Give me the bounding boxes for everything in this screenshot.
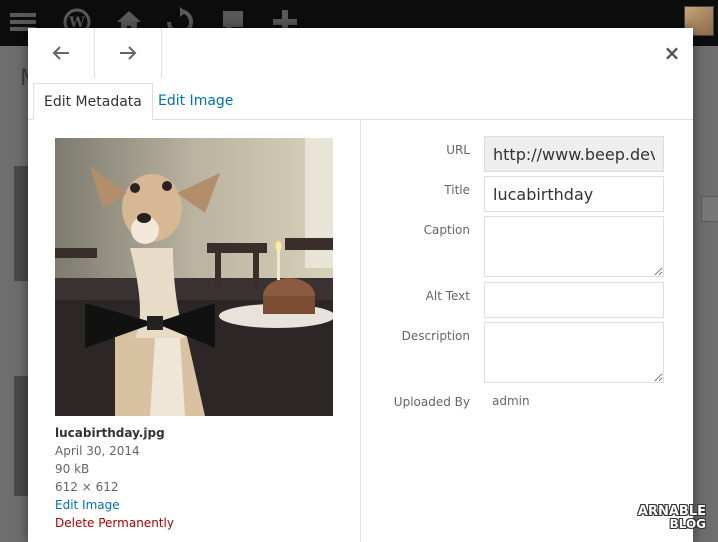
attachment-info: lucabirthday.jpg April 30, 2014 90 kB 61… <box>55 424 174 532</box>
close-icon: × <box>663 41 681 65</box>
description-label: Description <box>401 329 470 343</box>
alt-text-field[interactable] <box>484 282 664 318</box>
attachment-preview-image <box>55 138 333 416</box>
watermark-line2: BLOG <box>669 517 706 531</box>
previous-button[interactable] <box>28 28 95 78</box>
tab-edit-image[interactable]: Edit Image <box>148 83 243 119</box>
upload-date: April 30, 2014 <box>55 444 140 458</box>
next-button[interactable] <box>95 28 162 78</box>
arrow-left-icon <box>52 46 69 60</box>
close-button[interactable]: × <box>659 40 685 66</box>
bg-thumbnail <box>14 166 28 281</box>
uploaded-by-value: admin <box>492 394 530 408</box>
tab-bar: Edit Metadata Edit Image <box>28 83 693 120</box>
tab-edit-metadata[interactable]: Edit Metadata <box>33 83 153 120</box>
bg-thumbnail <box>14 376 28 496</box>
title-field[interactable] <box>484 176 664 212</box>
file-size: 90 kB <box>55 462 90 476</box>
filename: lucabirthday.jpg <box>55 426 165 440</box>
uploaded-by-label: Uploaded By <box>393 395 470 409</box>
attachment-details-modal: × Edit Metadata Edit Image lucabirthday.… <box>28 28 693 542</box>
image-dimensions: 612 × 612 <box>55 480 119 494</box>
caption-field[interactable] <box>484 216 664 277</box>
url-label: URL <box>446 143 470 157</box>
caption-label: Caption <box>423 223 470 237</box>
arrow-right-icon <box>120 46 137 60</box>
edit-image-link[interactable]: Edit Image <box>55 496 174 514</box>
url-field[interactable] <box>484 136 664 172</box>
title-label: Title <box>444 183 470 197</box>
alt-text-label: Alt Text <box>425 289 470 303</box>
description-field[interactable] <box>484 322 664 383</box>
delete-permanently-link[interactable]: Delete Permanently <box>55 514 174 532</box>
watermark-logo: ARNABLE BLOG <box>638 505 706 531</box>
bg-scroll-button <box>701 196 718 222</box>
column-divider <box>360 120 361 542</box>
